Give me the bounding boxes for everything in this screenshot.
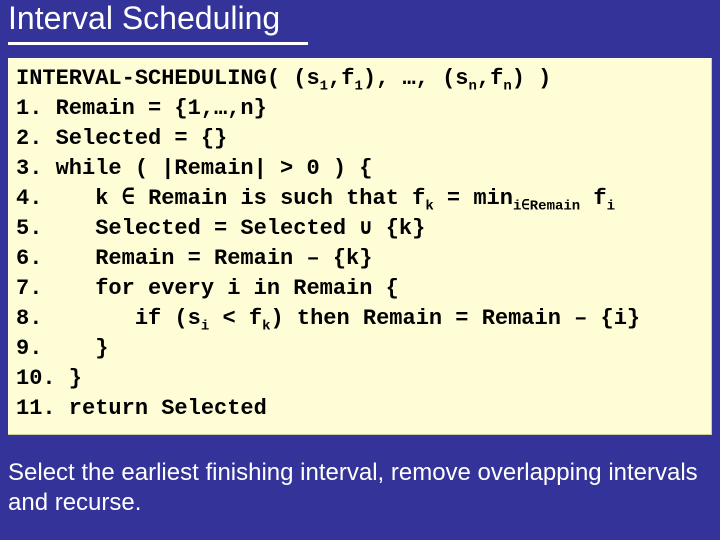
code-line-3: 3. while ( |Remain| > 0 ) { xyxy=(16,154,703,184)
t: INTERVAL-SCHEDULING( (s xyxy=(16,66,320,91)
t: ,f xyxy=(328,66,354,91)
code-line-7: 7. for every i in Remain { xyxy=(16,274,703,304)
t: ) ) xyxy=(512,66,552,91)
page-title: Interval Scheduling xyxy=(8,0,280,37)
code-line-0: INTERVAL-SCHEDULING( (s1,f1), …, (sn,fn)… xyxy=(16,64,703,94)
sub: n xyxy=(469,78,477,94)
t: ) then Remain = Remain – {i} xyxy=(270,306,640,331)
sub: 1 xyxy=(320,78,328,94)
sub: k xyxy=(425,198,433,214)
code-line-4: 4. k ∈ Remain is such that fk = mini∈Rem… xyxy=(16,184,703,214)
sub: 1 xyxy=(354,78,362,94)
code-line-6: 6. Remain = Remain – {k} xyxy=(16,244,703,274)
t: 4. k ∈ Remain is such that f xyxy=(16,186,425,211)
code-line-8: 8. if (si < fk) then Remain = Remain – {… xyxy=(16,304,703,334)
title-underline xyxy=(8,42,308,45)
sub: i xyxy=(607,198,615,214)
code-line-10: 10. } xyxy=(16,364,703,394)
t: f xyxy=(580,186,606,211)
code-line-9: 9. } xyxy=(16,334,703,364)
sub: i xyxy=(201,318,209,334)
t: ), …, (s xyxy=(363,66,469,91)
code-line-2: 2. Selected = {} xyxy=(16,124,703,154)
t: < f xyxy=(209,306,262,331)
code-line-5: 5. Selected = Selected ∪ {k} xyxy=(16,214,703,244)
t: 8. if (s xyxy=(16,306,201,331)
t: = min xyxy=(434,186,513,211)
slide: Interval Scheduling INTERVAL-SCHEDULING(… xyxy=(0,0,720,540)
t: ,f xyxy=(477,66,503,91)
code-line-1: 1. Remain = {1,…,n} xyxy=(16,94,703,124)
code-line-11: 11. return Selected xyxy=(16,394,703,424)
sub: i∈Remain xyxy=(513,198,580,214)
sub: n xyxy=(503,78,511,94)
slide-caption: Select the earliest finishing interval, … xyxy=(8,458,712,518)
algorithm-code-box: INTERVAL-SCHEDULING( (s1,f1), …, (sn,fn)… xyxy=(8,58,712,435)
